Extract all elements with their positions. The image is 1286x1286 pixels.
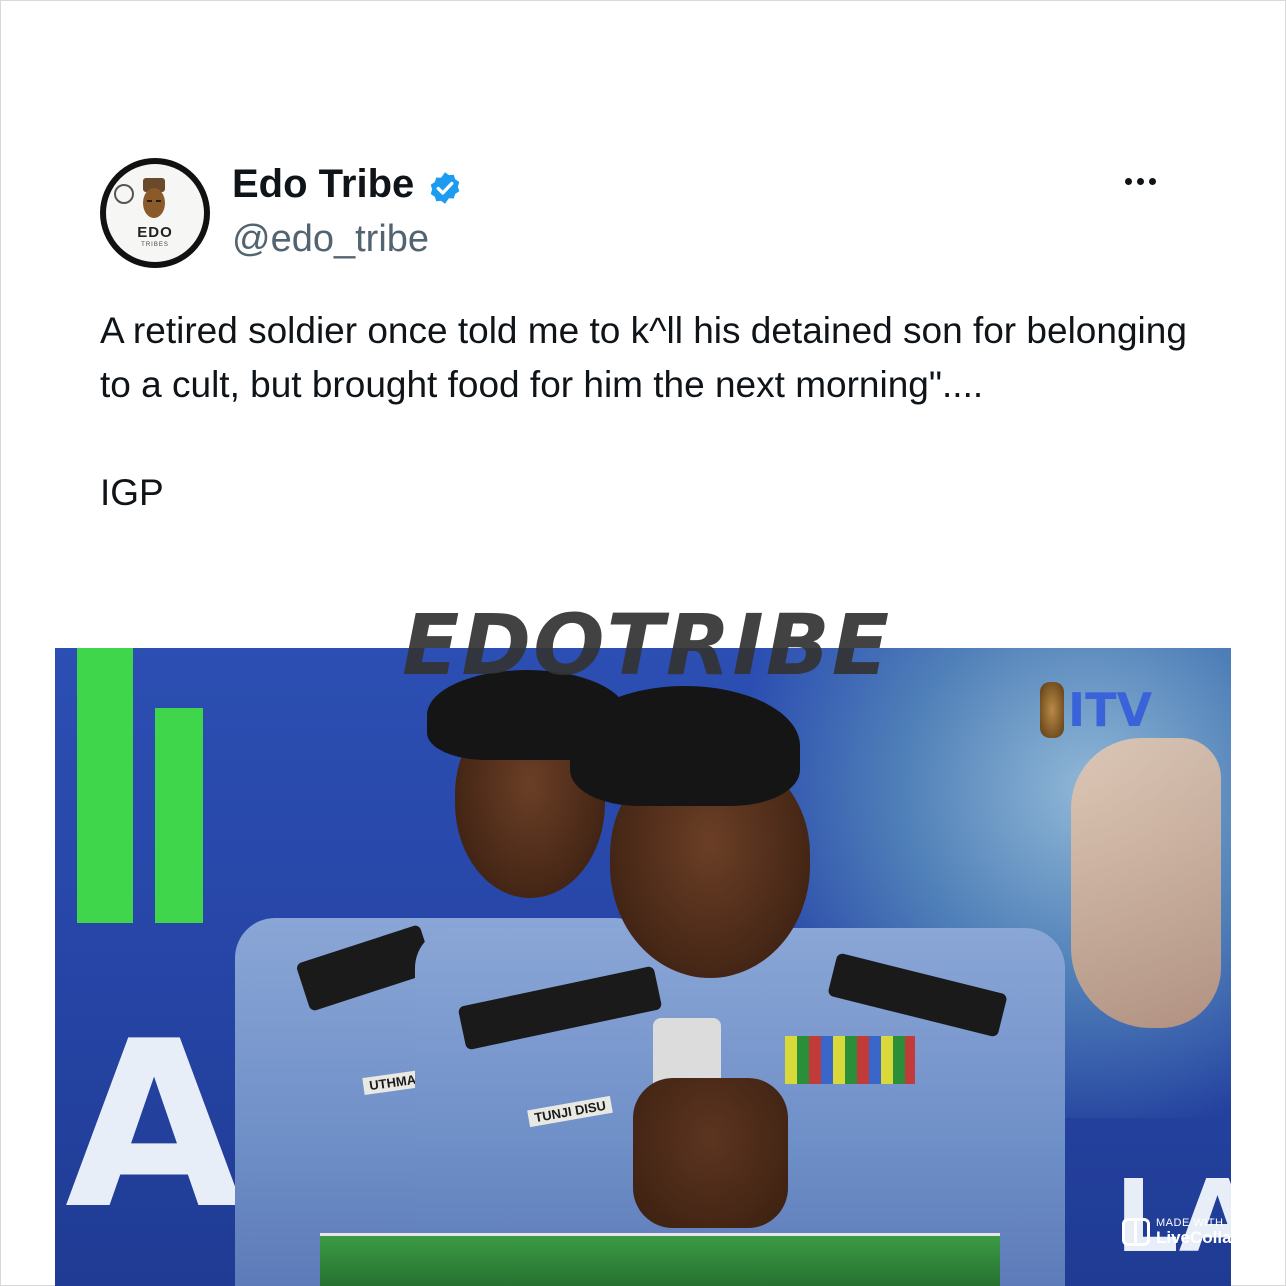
tweet-text-paragraph: A retired soldier once told me to k^ll h… xyxy=(100,310,1187,405)
tweet-header: EDO TRIBES Edo Tribe @edo_tribe xyxy=(100,158,1186,270)
bronze-head-icon xyxy=(143,178,165,218)
display-name[interactable]: Edo Tribe xyxy=(232,162,414,207)
tweet-media-image[interactable]: A LAT UTHMAN UMA TUNJI DISU xyxy=(55,648,1231,1286)
livecollage-text: MADE WITH LiveCollage xyxy=(1156,1218,1252,1247)
more-dot-icon xyxy=(1136,177,1144,185)
stage-green-bar xyxy=(155,708,203,923)
avatar-logo-subtext: TRIBES xyxy=(141,242,169,248)
more-options-button[interactable] xyxy=(1116,166,1164,196)
background-hand xyxy=(1071,738,1221,1028)
more-dot-icon xyxy=(1148,177,1156,185)
avatar-logo-text: EDO xyxy=(137,224,173,241)
avatar[interactable]: EDO TRIBES xyxy=(100,158,210,268)
itv-mask-icon xyxy=(1040,682,1064,738)
avatar-badge-icon xyxy=(114,184,134,204)
channel-logo: ITV xyxy=(1040,680,1152,740)
tweet-text-signature: IGP xyxy=(100,472,164,513)
medal-ribbons xyxy=(785,1036,915,1084)
app-name-label: LiveCollage xyxy=(1156,1228,1252,1247)
verified-badge-icon xyxy=(430,172,460,204)
livecollage-watermark: MADE WITH LiveCollage xyxy=(1122,1212,1251,1252)
tweet-body: A retired soldier once told me to k^ll h… xyxy=(100,304,1190,520)
officer-front-beret xyxy=(570,686,800,806)
podium xyxy=(320,1233,1000,1286)
channel-logo-text: ITV xyxy=(1068,683,1153,737)
watermark-text: EDOTRIBE xyxy=(402,596,892,694)
livecollage-icon xyxy=(1122,1218,1150,1246)
officer-hands xyxy=(633,1078,788,1228)
more-dot-icon xyxy=(1124,177,1132,185)
avatar-logo: EDO TRIBES xyxy=(106,164,204,262)
stage-letter: A xyxy=(65,993,244,1260)
user-handle[interactable]: @edo_tribe xyxy=(232,218,429,261)
stage-green-bar xyxy=(77,648,133,923)
